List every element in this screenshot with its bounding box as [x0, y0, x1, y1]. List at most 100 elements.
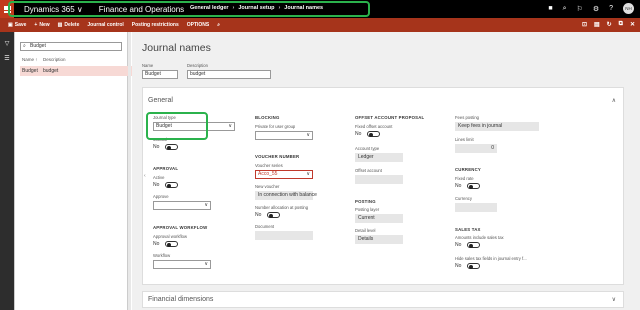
- detail-level-field[interactable]: Details: [355, 235, 403, 244]
- financial-dimensions-title[interactable]: Financial dimensions: [148, 296, 213, 303]
- gear-icon[interactable]: ⚙: [593, 5, 599, 13]
- general-section: General ∧ ‹ Journal type Budget ∨ Manual …: [142, 87, 624, 285]
- manual-toggle[interactable]: No: [153, 144, 179, 150]
- toggle-switch-icon: [467, 263, 481, 269]
- approve-label: Approve: [153, 194, 169, 199]
- column-header-description[interactable]: Description: [43, 57, 66, 62]
- approve-select[interactable]: ∨: [153, 201, 211, 210]
- workflow-select[interactable]: ∨: [153, 260, 211, 269]
- active-value: No: [153, 182, 160, 188]
- posting-group-title: POSTING: [355, 199, 376, 204]
- hide-tax-fields-label: Hide sales tax fields in journal entry f…: [455, 256, 527, 261]
- amounts-include-tax-toggle[interactable]: No: [455, 242, 481, 248]
- notifications-icon[interactable]: ⚐: [577, 5, 583, 13]
- lines-limit-label: Lines limit: [455, 137, 474, 142]
- posting-restrictions-button[interactable]: Posting restrictions: [132, 22, 179, 28]
- document-label: Document: [255, 224, 275, 229]
- list-header: Name ↑ Description: [20, 57, 135, 62]
- collapse-handle-icon[interactable]: ‹: [144, 173, 146, 179]
- active-toggle[interactable]: No: [153, 182, 179, 188]
- currency-group-title: CURRENCY: [455, 167, 481, 172]
- account-type-label: Account type: [355, 146, 380, 151]
- document-field[interactable]: [255, 231, 313, 240]
- fixed-rate-toggle[interactable]: No: [455, 183, 481, 189]
- action-pane: ▣ Save + New ▥ Delete Journal control Posti…: [0, 18, 640, 32]
- lines-limit-field[interactable]: 0: [455, 144, 497, 153]
- office-icon[interactable]: ▤: [594, 21, 600, 28]
- financial-dimensions-section: Financial dimensions ∨: [142, 291, 624, 308]
- hide-tax-fields-value: No: [455, 263, 462, 269]
- list-item-name: Budget: [22, 68, 38, 74]
- list-item[interactable]: Budget budget: [20, 66, 135, 76]
- attach-icon[interactable]: ⊡: [582, 21, 587, 28]
- options-tab[interactable]: OPTIONS: [187, 22, 210, 28]
- fixed-offset-toggle[interactable]: No: [355, 131, 381, 137]
- search-icon: ⌕: [23, 43, 26, 49]
- toggle-switch-icon: [165, 241, 179, 247]
- fees-posting-label: Fees posting: [455, 115, 479, 120]
- journal-control-button[interactable]: Journal control: [87, 22, 123, 28]
- search-icon[interactable]: ⌕: [217, 22, 220, 28]
- top-icons: ■ ⌕ ⚐ ⚙ ? NH: [548, 3, 634, 14]
- list-filter-value: Budget: [30, 43, 46, 49]
- approval-workflow-toggle[interactable]: No: [153, 241, 179, 247]
- avatar[interactable]: NH: [623, 3, 634, 14]
- column-header-name[interactable]: Name ↑: [20, 57, 43, 62]
- voucher-series-label: Voucher series: [255, 163, 283, 168]
- account-type-field[interactable]: Ledger: [355, 153, 403, 162]
- save-button[interactable]: ▣ Save: [8, 22, 26, 28]
- currency-label: Currency: [455, 196, 472, 201]
- filter-icon[interactable]: ▽: [0, 40, 14, 47]
- name-field[interactable]: Budget: [142, 70, 178, 79]
- toggle-switch-icon: [165, 144, 179, 150]
- offset-account-field[interactable]: [355, 175, 403, 184]
- highlight-box-journal-type: [146, 112, 208, 140]
- chevron-up-icon[interactable]: ∧: [612, 97, 616, 104]
- toggle-switch-icon: [367, 131, 381, 137]
- delete-label: Delete: [64, 22, 80, 28]
- description-label: Description: [187, 63, 208, 68]
- detail-level-label: Detail level: [355, 228, 376, 233]
- general-section-title[interactable]: General: [148, 97, 173, 104]
- list-icon[interactable]: ☰: [0, 55, 14, 62]
- chevron-down-icon[interactable]: ∨: [612, 296, 616, 303]
- list-item-description: budget: [43, 68, 59, 74]
- new-voucher-field[interactable]: In connection with balance: [255, 191, 317, 200]
- save-label: Save: [14, 22, 27, 28]
- toggle-switch-icon: [467, 183, 481, 189]
- list-scrollbar[interactable]: [128, 32, 131, 310]
- description-field[interactable]: budget: [187, 70, 271, 79]
- list-filter-input[interactable]: ⌕ Budget: [20, 42, 122, 51]
- trash-icon: ▥: [57, 22, 63, 28]
- chevron-down-icon: ∨: [204, 261, 208, 267]
- number-allocation-label: Number allocation at posting: [255, 205, 309, 210]
- offset-account-label: Offset account: [355, 168, 382, 173]
- voucher-series-select[interactable]: Acco_55 ∨: [255, 170, 313, 179]
- help-icon[interactable]: ?: [609, 5, 613, 12]
- chat-icon[interactable]: ■: [548, 5, 552, 12]
- active-label: Active: [153, 175, 165, 180]
- delete-button[interactable]: ▥ Delete: [58, 22, 80, 28]
- offset-account-group-title: OFFSET ACCOUNT PROPOSAL: [355, 115, 425, 120]
- fixed-rate-value: No: [455, 183, 462, 189]
- chevron-down-icon: ∨: [228, 123, 232, 129]
- toggle-switch-icon: [165, 182, 179, 188]
- approval-workflow-label: Approval workflow: [153, 234, 187, 239]
- posting-layer-field[interactable]: Current: [355, 214, 403, 223]
- search-icon[interactable]: ⌕: [563, 5, 567, 13]
- blocking-group-title: BLOCKING: [255, 115, 280, 120]
- private-user-group-label: Private for user group: [255, 124, 296, 129]
- popout-icon[interactable]: ⧉: [619, 21, 623, 28]
- new-button[interactable]: + New: [34, 22, 49, 28]
- close-icon[interactable]: ✕: [630, 21, 635, 28]
- fees-posting-field[interactable]: Keep fees in journal: [455, 122, 539, 131]
- fixed-offset-value: No: [355, 131, 362, 137]
- hide-tax-fields-toggle[interactable]: No: [455, 263, 481, 269]
- private-user-group-select[interactable]: ∨: [255, 131, 313, 140]
- plus-icon: +: [34, 22, 38, 28]
- currency-field[interactable]: [455, 203, 497, 212]
- number-allocation-toggle[interactable]: No: [255, 212, 281, 218]
- chevron-down-icon: ∨: [306, 132, 310, 138]
- refresh-icon[interactable]: ↻: [607, 21, 612, 28]
- approval-group-title: APPROVAL: [153, 166, 179, 171]
